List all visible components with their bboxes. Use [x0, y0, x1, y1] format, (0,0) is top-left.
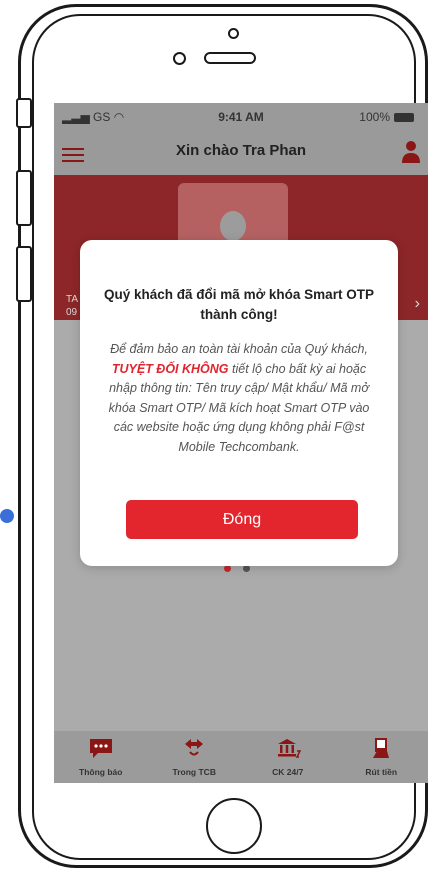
- volume-down-button: [16, 246, 32, 302]
- bank-icon: [277, 739, 301, 758]
- indicator-dot: [0, 509, 14, 523]
- warning-text: TUYỆT ĐỐI KHÔNG: [111, 361, 229, 376]
- tab-withdraw[interactable]: Rút tiền: [341, 731, 421, 783]
- otp-success-dialog: Quý khách đã đổi mã mở khóa Smart OTP th…: [80, 240, 398, 566]
- tab-notifications[interactable]: Thông báo: [61, 731, 141, 783]
- close-button[interactable]: Đóng: [126, 500, 358, 539]
- cash-withdraw-icon: [373, 738, 390, 758]
- proximity-sensor: [228, 28, 239, 39]
- banner-account-text: TA 09: [66, 294, 79, 318]
- transfer-icon: [185, 739, 204, 756]
- volume-up-button: [16, 170, 32, 226]
- mute-switch: [16, 98, 32, 128]
- user-profile-icon[interactable]: [400, 139, 422, 165]
- chevron-right-icon[interactable]: ›: [415, 295, 420, 313]
- earpiece-speaker: [204, 52, 256, 64]
- battery-icon: [394, 112, 414, 122]
- carousel-dot[interactable]: [243, 565, 250, 572]
- front-camera: [173, 52, 186, 65]
- home-button[interactable]: [206, 798, 262, 854]
- dialog-message: Để đảm bảo an toàn tài khoản của Quý khá…: [108, 342, 370, 454]
- status-bar: ▂▃▅ GS ◠ 9:41 AM 100%: [54, 103, 428, 131]
- page-title: Xin chào Tra Phan: [175, 142, 307, 159]
- battery-status: 100%: [359, 110, 414, 124]
- navigation-bar: Xin chào Tra Phan: [54, 131, 428, 175]
- dialog-title: Quý khách đã đổi mã mở khóa Smart OTP th…: [104, 287, 374, 322]
- tab-internal-transfer[interactable]: Trong TCB: [154, 731, 234, 783]
- tab-ck-247[interactable]: CK 24/7: [248, 731, 328, 783]
- carousel-dot-active[interactable]: [224, 565, 231, 572]
- carousel-indicator: [224, 565, 250, 572]
- avatar-placeholder-icon: [220, 211, 246, 241]
- chat-icon: [89, 739, 112, 758]
- bottom-tab-bar: Thông báo Trong TCB CK 24/7 Rút tiền: [54, 731, 428, 783]
